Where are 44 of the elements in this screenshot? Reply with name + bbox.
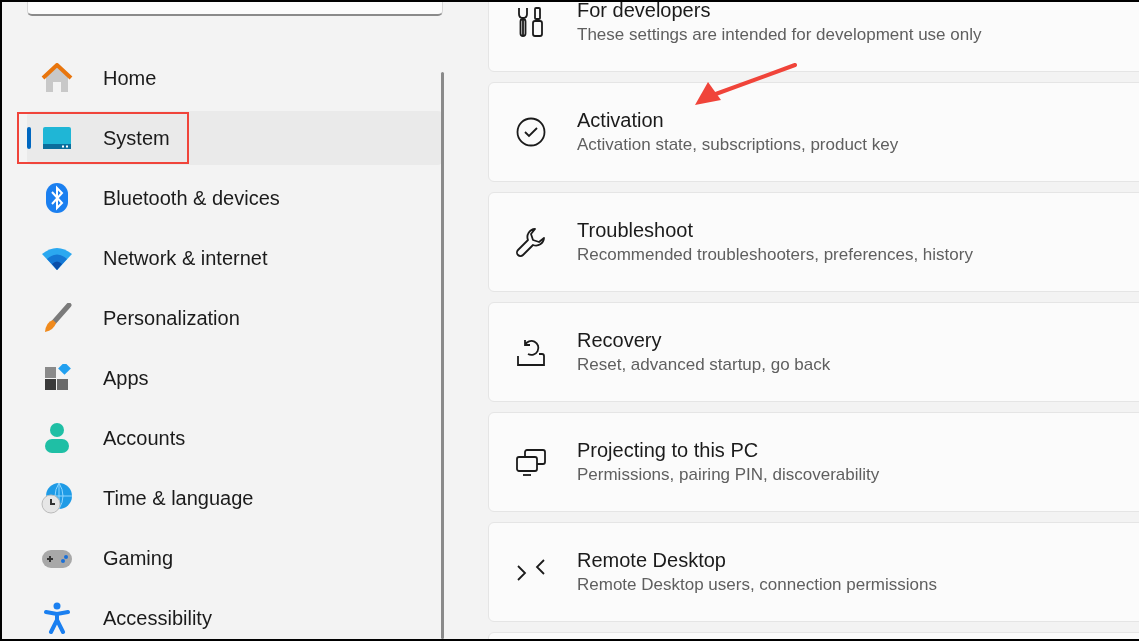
nav-item[interactable]: Apps — [27, 351, 443, 405]
nav-item[interactable]: System — [27, 111, 443, 165]
apps-icon — [43, 364, 71, 392]
nav-item[interactable]: Home — [27, 51, 443, 105]
globe-clock-icon — [41, 482, 73, 514]
card-title: Projecting to this PC — [577, 439, 760, 462]
card-description: Permissions, pairing PIN, discoverability — [577, 465, 880, 485]
accessibility-icon — [44, 602, 70, 634]
settings-card[interactable]: Projecting to this PC Permissions, pairing PIN, discoverability — [488, 412, 1139, 512]
card-description: Activation state, subscriptions, product key — [577, 135, 899, 155]
card-title: Remote Desktop — [577, 549, 727, 572]
card-title: Troubleshoot — [577, 219, 694, 242]
gamepad-icon — [41, 547, 73, 569]
bluetooth-icon — [45, 182, 69, 214]
paintbrush-icon — [42, 303, 72, 333]
card-description: Recommended troubleshooters, preferences, history — [577, 245, 973, 265]
scrollbar[interactable] — [441, 72, 444, 639]
settings-card[interactable]: Activation Activation state, subscriptions, product key — [488, 82, 1139, 182]
monitor-icon — [42, 126, 72, 150]
nav-item[interactable]: Accessibility — [27, 591, 443, 639]
person-icon — [44, 422, 70, 454]
nav-item[interactable]: Accounts — [27, 411, 443, 465]
checkmark-circle-icon — [515, 116, 547, 148]
nav-item[interactable]: Gaming — [27, 531, 443, 585]
card-description: Remote Desktop users, connection permissions — [577, 575, 937, 595]
house-icon — [41, 63, 73, 93]
nav-item[interactable]: Time & language — [27, 471, 443, 525]
settings-card[interactable]: Remote Desktop Remote Desktop users, connection permissions — [488, 522, 1139, 622]
card-title: Activation — [577, 109, 665, 132]
nav-item[interactable]: Personalization — [27, 291, 443, 345]
search-field[interactable] — [27, 2, 443, 16]
screens-icon — [515, 446, 547, 478]
card-description: These settings are intended for development use only — [577, 25, 982, 45]
nav-item[interactable]: Bluetooth & devices — [27, 171, 443, 225]
settings-card[interactable]: Troubleshoot Recommended troubleshooters, preferences, history — [488, 192, 1139, 292]
nav-item[interactable]: Network & internet — [27, 231, 443, 285]
wifi-icon — [41, 246, 73, 270]
card-description: Reset, advanced startup, go back — [577, 355, 831, 375]
settings-card[interactable]: For developers These settings are intended for development use only — [488, 2, 1139, 72]
wrench-icon — [515, 226, 547, 258]
card-title: Recovery — [577, 329, 663, 352]
settings-card[interactable]: Recovery Reset, advanced startup, go back — [488, 302, 1139, 402]
card-title: For developers — [577, 2, 712, 22]
tools-icon — [516, 6, 546, 38]
